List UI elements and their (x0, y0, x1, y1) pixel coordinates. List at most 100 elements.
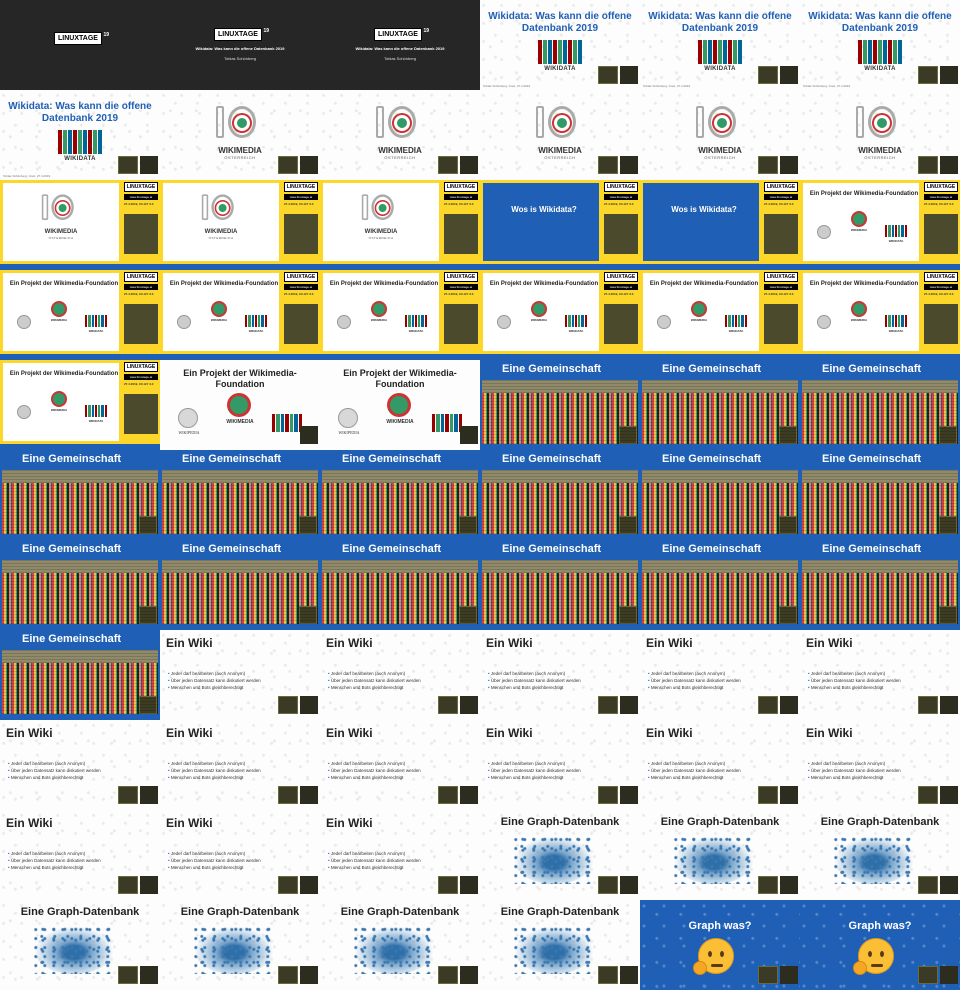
slide-thumbnail[interactable]: Ein Wiki Jeder darf bearbeiten (auch Anon… (0, 810, 160, 900)
talk-title: Wikidata: Was kann die offene Datenbank … (8, 101, 152, 124)
logo-digit-one (696, 106, 704, 138)
slide-thumbnail[interactable]: Ein Projekt der Wikimedia-Foundation WIKI… (640, 270, 800, 360)
slide-thumbnail[interactable]: Graph was? (800, 900, 960, 990)
crowd-photo (482, 470, 638, 534)
slide-thumbnail[interactable]: Eine Gemeinschaft (320, 450, 480, 540)
slide-thumbnail[interactable]: Ein Wiki Jeder darf bearbeiten (auch Anon… (160, 810, 320, 900)
speaker-camera (604, 214, 638, 254)
slide-thumbnail[interactable]: Eine Gemeinschaft (800, 540, 960, 630)
slide-thumbnail[interactable]: Ein Projekt der Wikimedia-Foundation WIKI… (320, 270, 480, 360)
crowd-photo (2, 560, 158, 624)
slide-thumbnail[interactable]: LINUXTAGE 19 Wikidata: Was kann die offene… (160, 0, 320, 90)
crowd-photo (482, 560, 638, 624)
slide-thumbnail[interactable]: Graph was? (640, 900, 800, 990)
slide-thumbnail[interactable]: Eine Gemeinschaft (480, 360, 640, 450)
slide-thumbnail[interactable]: Ein Wiki Jeder darf bearbeiten (auch Anon… (800, 720, 960, 810)
footer-text: Tobias Schönberg, Graz, 27.4.2019 (643, 84, 691, 88)
slide-thumbnail[interactable]: Ein Wiki Jeder darf bearbeiten (auch Anon… (0, 720, 160, 810)
slide-thumbnail[interactable]: Eine Gemeinschaft (480, 450, 640, 540)
wikimedia-foundation-icon (390, 396, 408, 414)
bullet-item: Über jeden Datensatz kann diskutiert wer… (8, 767, 101, 774)
slide-thumbnail[interactable]: Eine Gemeinschaft (800, 450, 960, 540)
slide-thumbnail[interactable]: Eine Gemeinschaft (640, 360, 800, 450)
slide-thumbnail[interactable]: Ein Projekt der Wikimedia-Foundation WIKI… (0, 360, 160, 450)
slide-thumbnail[interactable]: Ein Wiki Jeder darf bearbeiten (auch Anon… (640, 630, 800, 720)
speaker-cam-thumb (918, 966, 938, 984)
wmf-wordmark: WIKIMEDIA (530, 318, 548, 322)
wikidata-barcode-logo (565, 315, 587, 327)
slide-thumbnail[interactable]: Wikidata: Was kann die offene Datenbank … (640, 0, 800, 90)
slide-thumbnail[interactable]: WIKIMEDIA ÖSTERREICH LINUXTAGE www.linuxtag… (0, 180, 160, 270)
slide-thumbnail[interactable]: Eine Gemeinschaft (320, 540, 480, 630)
slide-thumbnail[interactable]: Ein Projekt der Wikimedia-Foundation WIKI… (160, 360, 320, 450)
slide-thumbnail[interactable]: Eine Gemeinschaft (640, 540, 800, 630)
slide-thumbnail[interactable]: Ein Projekt der Wikimedia-Foundation WIKI… (480, 270, 640, 360)
crowd-photo (482, 380, 638, 444)
slide-thumbnail[interactable]: WIKIMEDIA ÖSTERREICH (320, 90, 480, 180)
slide-thumbnail[interactable]: Eine Gemeinschaft (480, 540, 640, 630)
slide-thumbnail[interactable]: Eine Graph-Datenbank (480, 810, 640, 900)
wikimedia-foundation-icon (853, 213, 865, 225)
slide-thumbnail[interactable]: WIKIMEDIA ÖSTERREICH (480, 90, 640, 180)
slide-heading: Eine Graph-Datenbank (500, 816, 620, 828)
slide-thumbnail[interactable]: Ein Wiki Jeder darf bearbeiten (auch Anon… (640, 720, 800, 810)
slide-thumbnail[interactable]: Eine Gemeinschaft (0, 630, 160, 720)
bullet-item: Menschen und Bots gleichberechtigt (8, 774, 101, 781)
slide-thumbnail[interactable]: Wikidata: Was kann die offene Datenbank … (800, 0, 960, 90)
slide-thumbnail[interactable]: Ein Wiki Jeder darf bearbeiten (auch Anon… (160, 630, 320, 720)
slide-thumbnail[interactable]: Eine Graph-Datenbank (0, 900, 160, 990)
wikimedia-wordmark: WIKIMEDIA (364, 229, 398, 235)
slide-thumbnail[interactable]: Eine Graph-Datenbank (320, 900, 480, 990)
slide-thumbnail[interactable]: Ein Wiki Jeder darf bearbeiten (auch Anon… (160, 720, 320, 810)
slide-thumbnail[interactable]: WIKIMEDIA ÖSTERREICH LINUXTAGE www.linuxtag… (160, 180, 320, 270)
slide-thumbnail[interactable]: WIKIMEDIA ÖSTERREICH (640, 90, 800, 180)
linuxtage-url: www.linuxtage.at (444, 194, 478, 200)
slide-thumbnail[interactable]: Ein Wiki Jeder darf bearbeiten (auch Anon… (800, 630, 960, 720)
slide-thumbnail[interactable]: Ein Wiki Jeder darf bearbeiten (auch Anon… (480, 630, 640, 720)
slide-thumbnail[interactable]: Ein Wiki Jeder darf bearbeiten (auch Anon… (320, 810, 480, 900)
slide-thumbnail[interactable]: Eine Gemeinschaft (0, 450, 160, 540)
slide-thumbnail[interactable]: Wos is Wikidata? LINUXTAGE www.linuxtage.a… (480, 180, 640, 270)
bullet-item: Menschen und Bots gleichberechtigt (488, 684, 581, 691)
slide-thumbnail[interactable]: Eine Graph-Datenbank (640, 810, 800, 900)
slide-thumbnail[interactable]: Eine Gemeinschaft (640, 450, 800, 540)
speaker-cam-thumb (118, 876, 138, 894)
wikidata-barcode-logo (432, 414, 462, 432)
slide-thumbnail[interactable]: Ein Projekt der Wikimedia-Foundation WIKI… (800, 270, 960, 360)
slide-thumbnail[interactable]: Eine Gemeinschaft (0, 540, 160, 630)
bullet-list: Jeder darf bearbeiten (auch Anonym)Über … (328, 850, 421, 871)
slide-thumbnail[interactable]: Ein Projekt der Wikimedia-Foundation WIKI… (0, 270, 160, 360)
slide-thumbnail[interactable]: Ein Projekt der Wikimedia-Foundation WIKI… (160, 270, 320, 360)
slide-thumbnail[interactable]: Eine Gemeinschaft (160, 540, 320, 630)
slide-thumbnail[interactable]: Wikidata: Was kann die offene Datenbank … (0, 90, 160, 180)
slide-thumbnail[interactable]: Eine Graph-Datenbank (480, 900, 640, 990)
bullet-item: Über jeden Datensatz kann diskutiert wer… (808, 677, 901, 684)
slide-thumbnail[interactable]: Eine Graph-Datenbank (160, 900, 320, 990)
slide-thumbnail[interactable]: Ein Wiki Jeder darf bearbeiten (auch Anon… (480, 720, 640, 810)
license-date: 27.4.2019, CC-BY 3.0 (604, 202, 634, 206)
slide-thumbnail[interactable]: Ein Projekt der Wikimedia-Foundation WIKI… (800, 180, 960, 270)
slide-thumbnail[interactable]: LINUXTAGE 19 (0, 0, 160, 90)
speaker-camera (604, 304, 638, 344)
wikidata-barcode-logo (58, 130, 102, 154)
slide-thumbnail[interactable]: Eine Gemeinschaft (160, 450, 320, 540)
slide-thumbnail[interactable]: WIKIMEDIA ÖSTERREICH LINUXTAGE www.linuxtag… (320, 180, 480, 270)
slide-thumbnail[interactable]: Eine Gemeinschaft (800, 360, 960, 450)
slide-thumbnail[interactable]: WIKIMEDIA ÖSTERREICH (800, 90, 960, 180)
slide-thumbnail[interactable]: Wikidata: Was kann die offene Datenbank … (480, 0, 640, 90)
wikidata-barcode-logo (885, 225, 907, 237)
wikipedia-globe-icon (17, 405, 31, 419)
event-banner-thumb (460, 966, 478, 984)
slide-thumbnail[interactable]: Ein Projekt der Wikimedia-Foundation WIKI… (320, 360, 480, 450)
slide-thumbnail[interactable]: Ein Wiki Jeder darf bearbeiten (auch Anon… (320, 720, 480, 810)
crowd-photo (322, 560, 478, 624)
slide-thumbnail[interactable]: LINUXTAGE 19 Wikidata: Was kann die offene… (320, 0, 480, 90)
slide-thumbnail[interactable]: Wos is Wikidata? LINUXTAGE www.linuxtage.a… (640, 180, 800, 270)
slide-thumbnail[interactable]: WIKIMEDIA ÖSTERREICH (160, 90, 320, 180)
linuxtage-logo: LINUXTAGE (124, 362, 158, 372)
speaker-camera (284, 304, 318, 344)
slide-thumbnail[interactable]: Eine Graph-Datenbank (800, 810, 960, 900)
slide-thumbnail[interactable]: Ein Wiki Jeder darf bearbeiten (auch Anon… (320, 630, 480, 720)
bullet-item: Jeder darf bearbeiten (auch Anonym) (328, 760, 421, 767)
talk-title: Wikidata: Was kann die offene Datenbank … (488, 11, 632, 34)
